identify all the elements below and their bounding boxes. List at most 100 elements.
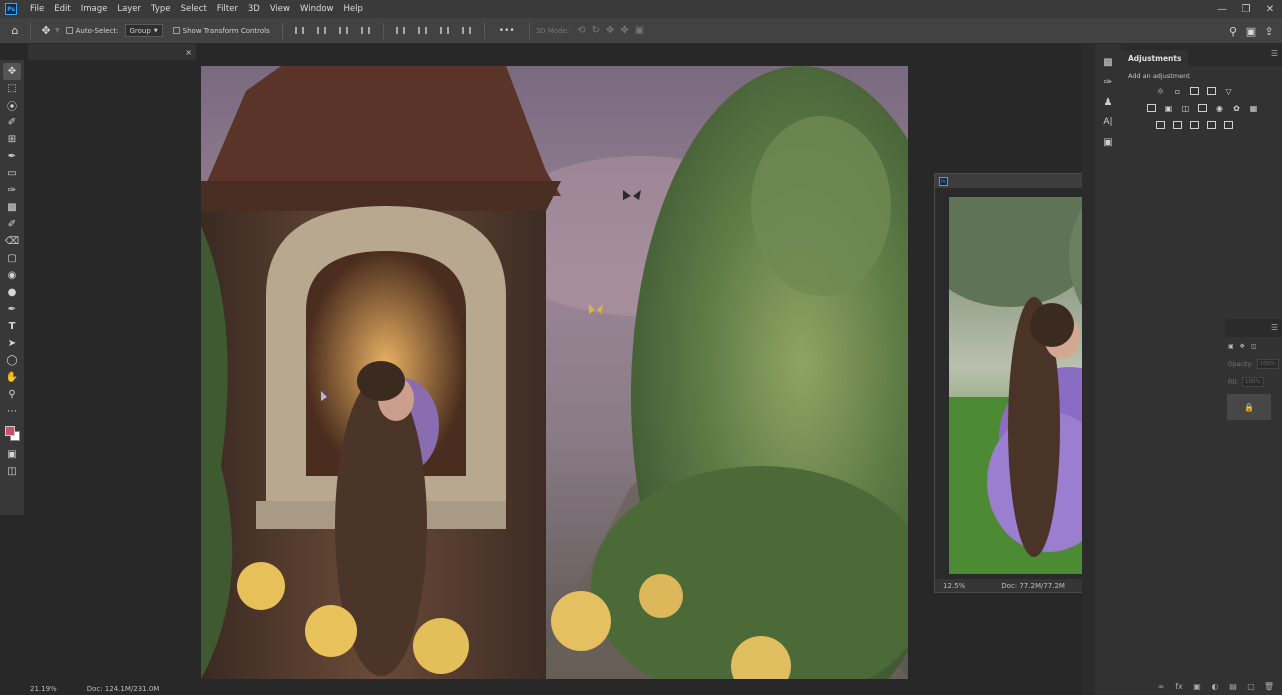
- align-vcenter-icon[interactable]: [416, 24, 430, 38]
- menu-edit[interactable]: Edit: [49, 4, 75, 14]
- 3d-roll-icon[interactable]: ↻: [592, 25, 600, 36]
- search-icon[interactable]: ⚲: [1224, 22, 1242, 40]
- panel-menu-icon[interactable]: ☰: [1271, 323, 1278, 332]
- align-bottom-icon[interactable]: [438, 24, 452, 38]
- fill-input[interactable]: 100%: [1242, 377, 1265, 387]
- menu-select[interactable]: Select: [176, 4, 212, 14]
- gradient-tool-icon[interactable]: ▢: [3, 250, 21, 267]
- clone-stamp-tool-icon[interactable]: ▩: [3, 199, 21, 216]
- threshold-icon[interactable]: [1189, 119, 1201, 131]
- color-lookup-icon[interactable]: ▦: [1248, 102, 1260, 114]
- show-transform-checkbox[interactable]: Show Transform Controls: [172, 27, 270, 35]
- lasso-tool-icon[interactable]: ⦿: [3, 97, 21, 114]
- posterize-icon[interactable]: [1172, 119, 1184, 131]
- move-tool-preset-icon[interactable]: ✥: [37, 22, 55, 40]
- 3d-pan-icon[interactable]: ✥: [606, 25, 614, 36]
- character-icon[interactable]: A|: [1095, 112, 1121, 132]
- 3d-orbit-icon[interactable]: ⟲: [577, 25, 585, 36]
- menu-view[interactable]: View: [265, 4, 295, 14]
- color-swatches[interactable]: [3, 422, 21, 444]
- selective-color-icon[interactable]: [1206, 119, 1218, 131]
- delete-layer-icon[interactable]: 🗑: [1260, 682, 1278, 691]
- path-select-tool-icon[interactable]: ➤: [3, 335, 21, 352]
- hue-sat-icon[interactable]: ▣: [1163, 102, 1175, 114]
- healing-tool-icon[interactable]: ▭: [3, 165, 21, 182]
- edit-toolbar-icon[interactable]: ⋯: [3, 403, 21, 420]
- lock-artboard-icon[interactable]: ◫: [1251, 343, 1257, 350]
- eyedropper-tool-icon[interactable]: ✒: [3, 148, 21, 165]
- home-icon[interactable]: ⌂: [6, 22, 24, 40]
- crop-tool-icon[interactable]: ⊞: [3, 131, 21, 148]
- history-brush-tool-icon[interactable]: ✐: [3, 216, 21, 233]
- gradient-map-icon[interactable]: [1223, 119, 1235, 131]
- restore-icon[interactable]: ❐: [1234, 0, 1258, 18]
- curves-icon[interactable]: [1189, 85, 1201, 97]
- brightness-icon[interactable]: ☼: [1155, 85, 1167, 97]
- share-icon[interactable]: ⇪: [1260, 22, 1278, 40]
- align-right-icon[interactable]: [337, 24, 351, 38]
- opacity-input[interactable]: 100%: [1256, 359, 1279, 369]
- color-balance-icon[interactable]: ◫: [1180, 102, 1192, 114]
- marquee-tool-icon[interactable]: ⬚: [3, 80, 21, 97]
- menu-layer[interactable]: Layer: [112, 4, 146, 14]
- align-left-icon[interactable]: [293, 24, 307, 38]
- pen-tool-icon[interactable]: ✒: [3, 301, 21, 318]
- exposure-icon[interactable]: [1206, 85, 1218, 97]
- vibrance-icon[interactable]: [1146, 102, 1158, 114]
- histogram-icon[interactable]: ▩: [1095, 52, 1121, 72]
- float-zoom-level[interactable]: 12.5%: [943, 582, 965, 590]
- minimize-icon[interactable]: —: [1210, 0, 1234, 18]
- adjustments-tab[interactable]: Adjustments: [1121, 50, 1189, 66]
- screen-mode-icon[interactable]: ◫: [3, 463, 21, 480]
- blur-tool-icon[interactable]: ◉: [3, 267, 21, 284]
- foreground-color-swatch[interactable]: [5, 426, 15, 436]
- invert-icon[interactable]: [1155, 119, 1167, 131]
- gradient-triangle-icon[interactable]: ▽: [1223, 85, 1235, 97]
- channel-mixer-icon[interactable]: ✿: [1231, 102, 1243, 114]
- document-canvas[interactable]: [201, 66, 908, 679]
- menu-file[interactable]: File: [25, 4, 49, 14]
- distribute-vertical-icon[interactable]: [460, 24, 474, 38]
- menu-help[interactable]: Help: [339, 4, 368, 14]
- document-tab[interactable]: ×: [28, 44, 196, 60]
- new-layer-icon[interactable]: ▢: [1242, 682, 1260, 691]
- workspace-icon[interactable]: ▣: [1242, 22, 1260, 40]
- chevron-down-icon[interactable]: ▼: [55, 27, 60, 34]
- add-mask-icon[interactable]: ▣: [1188, 682, 1206, 691]
- lock-move-icon[interactable]: ✥: [1240, 343, 1245, 350]
- 3d-slide-icon[interactable]: ✥: [620, 25, 628, 36]
- properties-icon[interactable]: ▣: [1095, 132, 1121, 152]
- more-options-button[interactable]: •••: [499, 26, 515, 36]
- move-tool-icon[interactable]: ✥: [3, 63, 21, 80]
- brush-settings-icon[interactable]: ✑: [1095, 72, 1121, 92]
- type-tool-icon[interactable]: T: [3, 318, 21, 335]
- lock-pixels-icon[interactable]: ▣: [1228, 343, 1234, 350]
- auto-select-dropdown[interactable]: Group ▼: [124, 24, 163, 37]
- align-hcenter-icon[interactable]: [315, 24, 329, 38]
- auto-select-checkbox[interactable]: Auto-Select:: [65, 27, 119, 35]
- zoom-level[interactable]: 21.19%: [30, 685, 57, 693]
- hand-tool-icon[interactable]: ✋: [3, 369, 21, 386]
- levels-icon[interactable]: ▫: [1172, 85, 1184, 97]
- menu-3d[interactable]: 3D: [243, 4, 265, 14]
- shape-tool-icon[interactable]: ◯: [3, 352, 21, 369]
- quick-select-tool-icon[interactable]: ✐: [3, 114, 21, 131]
- quick-mask-icon[interactable]: ▣: [3, 446, 21, 463]
- menu-window[interactable]: Window: [295, 4, 339, 14]
- eraser-tool-icon[interactable]: ⌫: [3, 233, 21, 250]
- bw-icon[interactable]: [1197, 102, 1209, 114]
- new-adjustment-icon[interactable]: ◐: [1206, 682, 1224, 691]
- distribute-icon[interactable]: [359, 24, 373, 38]
- link-layers-icon[interactable]: ∞: [1152, 682, 1170, 691]
- menu-type[interactable]: Type: [146, 4, 176, 14]
- close-icon[interactable]: ✕: [1258, 0, 1282, 18]
- fx-icon[interactable]: fx: [1170, 682, 1188, 691]
- clone-source-icon[interactable]: ♟: [1095, 92, 1121, 112]
- dodge-tool-icon[interactable]: ●: [3, 284, 21, 301]
- close-tab-icon[interactable]: ×: [185, 48, 192, 57]
- menu-image[interactable]: Image: [76, 4, 113, 14]
- new-group-icon[interactable]: ▤: [1224, 682, 1242, 691]
- align-top-icon[interactable]: [394, 24, 408, 38]
- zoom-tool-icon[interactable]: ⚲: [3, 386, 21, 403]
- brush-tool-icon[interactable]: ✑: [3, 182, 21, 199]
